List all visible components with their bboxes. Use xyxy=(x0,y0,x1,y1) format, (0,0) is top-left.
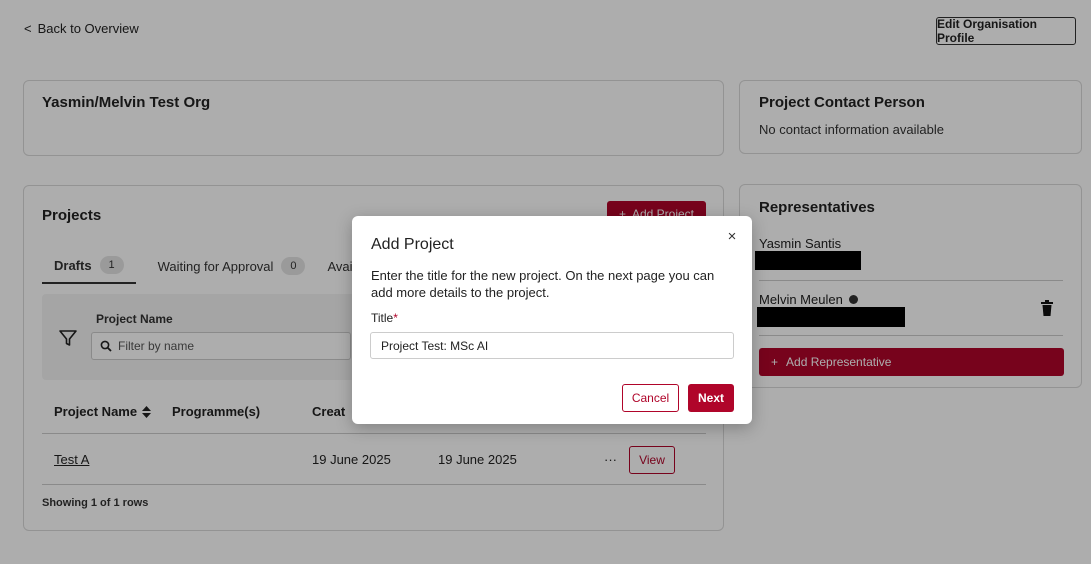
dialog-title: Add Project xyxy=(371,236,454,253)
cancel-button[interactable]: Cancel xyxy=(622,384,679,412)
required-mark: * xyxy=(393,311,398,325)
close-icon[interactable]: × xyxy=(724,228,740,245)
add-project-dialog: Add Project × Enter the title for the ne… xyxy=(352,216,752,424)
dialog-description: Enter the title for the new project. On … xyxy=(371,268,715,300)
field-label-text: Title xyxy=(371,311,394,325)
project-title-input[interactable] xyxy=(370,332,734,359)
next-button[interactable]: Next xyxy=(688,384,734,412)
title-field-label: Title* xyxy=(371,311,398,325)
organisation-page: < Back to Overview Edit Organisation Pro… xyxy=(0,0,1091,564)
